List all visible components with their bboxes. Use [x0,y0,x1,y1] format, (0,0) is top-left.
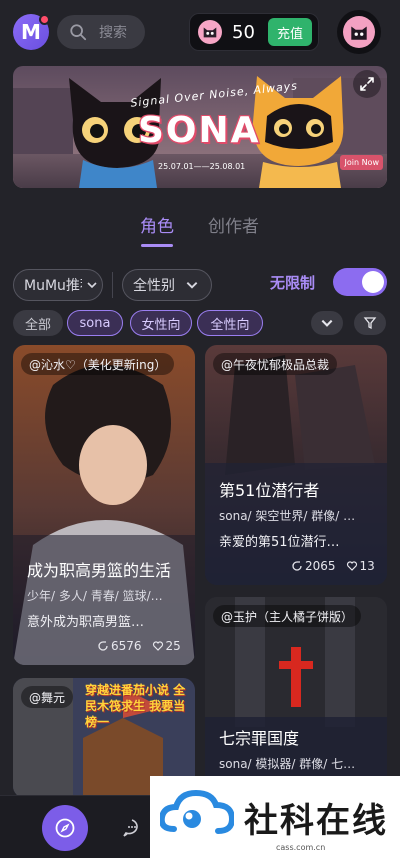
card-author[interactable]: @玉护（主人橘子饼版） [213,605,362,627]
heart-count: 25 [152,639,181,653]
search-icon [70,24,87,41]
chat-bubble-icon [123,819,138,837]
card-author[interactable]: @午夜忧郁极品总裁 [213,353,338,375]
chat-count: 2065 [291,559,336,573]
chevron-down-icon [321,319,333,327]
nav-discover-button[interactable] [42,805,88,851]
watermark: 社科在线 cass.com.cn [150,776,400,858]
card-stats: 2065 13 [291,559,375,573]
card-author[interactable]: @舞元 [21,686,74,708]
user-avatar[interactable] [337,10,381,54]
coin-balance: 50 充值 [189,13,319,51]
refresh-icon [292,561,302,571]
chip-all-gender[interactable]: 全性向 [197,310,263,336]
card-tags: sona/ 模拟器/ 群像/ 七… [219,757,356,771]
chevron-down-icon [186,282,198,289]
banner-title: SONA [138,110,261,151]
filter-button[interactable] [354,311,386,335]
gender-dropdown[interactable]: 全性别 [122,269,212,301]
character-card[interactable]: @沁水♡（美化更新ing） 成为职高男篮的生活 少年/ 多人/ 青春/ 篮球/…… [13,345,195,665]
compass-icon [55,818,75,838]
notification-dot [39,14,50,25]
no-limit-label: 无限制 [270,274,316,292]
chip-all[interactable]: 全部 [13,310,63,336]
expand-filters-button[interactable] [311,311,343,335]
gender-dropdown-label: 全性别 [133,278,175,294]
toggle-knob [362,271,384,293]
chat-count-value: 2065 [305,559,336,573]
expand-icon[interactable] [353,70,381,98]
no-limit-toggle[interactable] [333,268,387,296]
card-tags: sona/ 架空世界/ 群像/ … [219,509,356,523]
join-now-button[interactable]: Join Now [340,155,383,170]
search-input[interactable]: 搜索 [57,15,145,49]
source-dropdown[interactable]: MuMu推荐 [13,269,103,301]
card-art-title: 穿越进番茄小说 全民木筏求生 我要当榜一 [85,683,186,729]
watermark-logo-icon [160,789,234,834]
card-title: 成为职高男篮的生活 [27,561,172,580]
watermark-url: cass.com.cn [276,843,326,852]
card-author[interactable]: @沁水♡（美化更新ing） [21,353,175,375]
banner-date: 25.07.01——25.08.01 [158,162,246,171]
card-stats: 6576 25 [97,639,181,653]
character-card[interactable]: @玉护（主人橘子饼版） 七宗罪国度 sona/ 模拟器/ 群像/ 七… [205,597,387,798]
active-tab-indicator [141,244,173,247]
chat-count-value: 6576 [111,639,142,653]
card-description: 亲爱的第51位潜行… [219,535,340,550]
nav-chat-button[interactable] [120,816,144,840]
card-title: 七宗罪国度 [219,729,300,748]
app-logo[interactable]: M [13,14,50,50]
chip-sona[interactable]: sona [67,310,123,336]
card-tags: 少年/ 多人/ 青春/ 篮球/… [27,589,163,603]
logo-letter: M [21,20,41,44]
content-tabs: 角色 创作者 [0,212,400,252]
card-description: 意外成为职高男篮… [27,615,145,630]
filter-funnel-icon [363,317,377,330]
top-bar: M 搜索 50 充值 [0,10,400,54]
watermark-text: 社科在线 [244,800,388,841]
heart-icon [346,561,357,571]
heart-count: 13 [346,559,375,573]
chat-count: 6576 [97,639,142,653]
promo-banner[interactable]: Signal Over Noise, Always SONA 25.07.01—… [13,66,387,188]
character-card[interactable]: @午夜忧郁极品总裁 第51位潜行者 sona/ 架空世界/ 群像/ … 亲爱的第… [205,345,387,585]
card-title: 第51位潜行者 [219,481,320,500]
filter-divider [112,272,113,298]
recharge-button[interactable]: 充值 [268,18,312,46]
coin-count: 50 [232,21,255,43]
heart-icon [152,641,163,651]
chevron-down-icon [87,282,97,289]
search-placeholder: 搜索 [99,25,127,41]
tab-creators[interactable]: 创作者 [208,212,259,237]
heart-count-value: 25 [165,639,181,653]
source-dropdown-label: MuMu推荐 [24,278,82,294]
refresh-icon [98,641,108,651]
cat-coin-icon [198,20,222,44]
avatar-cat-icon [343,16,375,48]
heart-count-value: 13 [359,559,375,573]
chip-female-oriented[interactable]: 女性向 [130,310,192,336]
tab-characters[interactable]: 角色 [140,212,174,237]
